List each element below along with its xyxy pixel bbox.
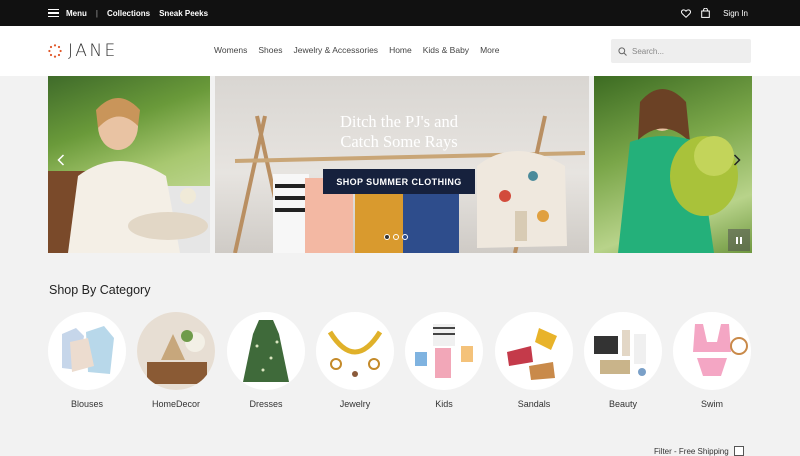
category-sandals[interactable]: Sandals xyxy=(494,312,574,409)
carousel-dot-3[interactable] xyxy=(402,234,408,240)
category-homedecor[interactable]: HomeDecor xyxy=(136,312,216,409)
nav-item-more[interactable]: More xyxy=(480,45,499,55)
carousel-dot-2[interactable] xyxy=(393,234,399,240)
free-shipping-filter[interactable]: Filter - Free Shipping xyxy=(654,446,744,456)
collections-link[interactable]: Collections xyxy=(107,9,150,18)
hero-main-illustration xyxy=(233,115,586,253)
carousel-prev-icon[interactable] xyxy=(57,154,65,166)
heart-icon[interactable] xyxy=(681,8,692,18)
category-dresses[interactable]: Dresses xyxy=(226,312,306,409)
category-label: Jewelry xyxy=(339,399,371,409)
category-label: Sandals xyxy=(517,399,551,409)
carousel-dots xyxy=(384,234,411,240)
nav-item-shoes[interactable]: Shoes xyxy=(258,45,282,55)
hero-heading-line1: Ditch the PJ's and xyxy=(339,112,458,131)
shop-summer-clothing-button[interactable]: SHOP SUMMER CLOTHING xyxy=(323,169,475,194)
category-beauty[interactable]: Beauty xyxy=(583,312,663,409)
category-swim[interactable]: Swim xyxy=(672,312,752,409)
top-bar-right: Sign In xyxy=(681,0,748,26)
category-image xyxy=(584,312,662,390)
category-label: Beauty xyxy=(608,399,638,409)
separator: | xyxy=(95,8,98,18)
top-bar: Menu | Collections Sneak Peeks Sign In xyxy=(0,0,800,26)
category-image xyxy=(495,312,573,390)
search-icon xyxy=(618,46,627,56)
hero-slide-left-image[interactable] xyxy=(48,76,210,253)
hero-slide-right-image[interactable] xyxy=(594,76,752,253)
sneak-peeks-link[interactable]: Sneak Peeks xyxy=(159,9,208,18)
category-jewelry[interactable]: Jewelry xyxy=(315,312,395,409)
category-list: Blouses HomeDecor Dresses Jewelry Kids S… xyxy=(0,312,800,422)
logo-text: JANE xyxy=(68,41,118,61)
nav-item-home[interactable]: Home xyxy=(389,45,412,55)
category-image xyxy=(48,312,126,390)
main-header: JANE Womens Shoes Jewelry & Accessories … xyxy=(0,26,800,76)
menu-link[interactable]: Menu xyxy=(66,9,87,18)
pause-icon xyxy=(736,236,738,244)
hero-heading: Ditch the PJ's and Catch Some Rays xyxy=(315,112,483,152)
search-input[interactable] xyxy=(632,46,742,56)
top-bar-left: Menu | Collections Sneak Peeks xyxy=(48,0,208,26)
nav-item-jewelry-accessories[interactable]: Jewelry & Accessories xyxy=(294,45,379,55)
carousel-pause-button[interactable] xyxy=(728,229,750,251)
shop-by-category-heading: Shop By Category xyxy=(49,283,151,297)
category-image xyxy=(227,312,305,390)
logo[interactable]: JANE xyxy=(48,41,118,61)
sign-in-link[interactable]: Sign In xyxy=(723,9,748,18)
category-label: Swim xyxy=(701,399,723,409)
hero-carousel: Ditch the PJ's and Catch Some Rays SHOP … xyxy=(0,76,800,253)
logo-mark-icon xyxy=(48,44,62,58)
carousel-next-icon[interactable] xyxy=(733,154,741,166)
category-image xyxy=(405,312,483,390)
category-image xyxy=(137,312,215,390)
nav-item-kids-baby[interactable]: Kids & Baby xyxy=(423,45,469,55)
bag-icon[interactable] xyxy=(701,8,710,18)
category-blouses[interactable]: Blouses xyxy=(47,312,127,409)
hero-slide-main[interactable]: Ditch the PJ's and Catch Some Rays SHOP … xyxy=(215,76,589,253)
nav-item-womens[interactable]: Womens xyxy=(214,45,247,55)
category-kids[interactable]: Kids xyxy=(404,312,484,409)
category-label: Kids xyxy=(435,399,453,409)
category-image xyxy=(316,312,394,390)
category-label: Dresses xyxy=(249,399,283,409)
main-nav: Womens Shoes Jewelry & Accessories Home … xyxy=(214,45,510,55)
carousel-dot-1[interactable] xyxy=(384,234,390,240)
category-image xyxy=(673,312,751,390)
search-box[interactable] xyxy=(611,39,751,63)
filter-label: Filter - Free Shipping xyxy=(654,446,729,456)
free-shipping-checkbox[interactable] xyxy=(733,446,744,456)
hero-heading-line2: Catch Some Rays xyxy=(340,132,458,151)
category-label: HomeDecor xyxy=(151,399,200,409)
category-label: Blouses xyxy=(70,399,104,409)
hamburger-icon[interactable] xyxy=(48,8,59,18)
